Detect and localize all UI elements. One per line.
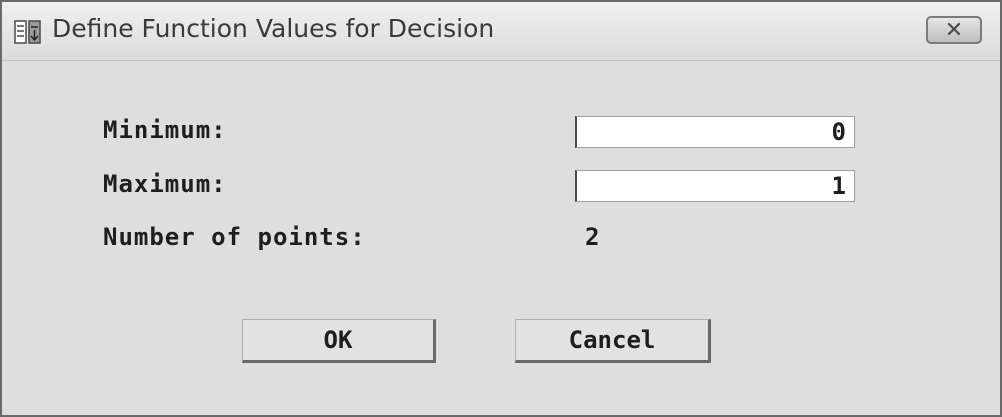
maximum-input[interactable] bbox=[575, 170, 855, 202]
points-value: 2 bbox=[585, 223, 600, 251]
title-bar[interactable]: Define Function Values for Decision ✕ bbox=[2, 2, 1000, 61]
ok-button[interactable]: OK bbox=[242, 319, 436, 363]
close-button[interactable]: ✕ bbox=[926, 16, 982, 44]
close-icon: ✕ bbox=[944, 18, 964, 43]
points-label: Number of points: bbox=[103, 223, 366, 251]
maximum-label: Maximum: bbox=[103, 170, 227, 198]
dialog-window: Define Function Values for Decision ✕ Mi… bbox=[0, 0, 1002, 417]
dialog-title: Define Function Values for Decision bbox=[52, 14, 495, 43]
minimum-label: Minimum: bbox=[103, 116, 227, 144]
app-icon bbox=[14, 18, 42, 46]
minimum-input[interactable] bbox=[575, 116, 855, 148]
cancel-button[interactable]: Cancel bbox=[515, 319, 711, 363]
